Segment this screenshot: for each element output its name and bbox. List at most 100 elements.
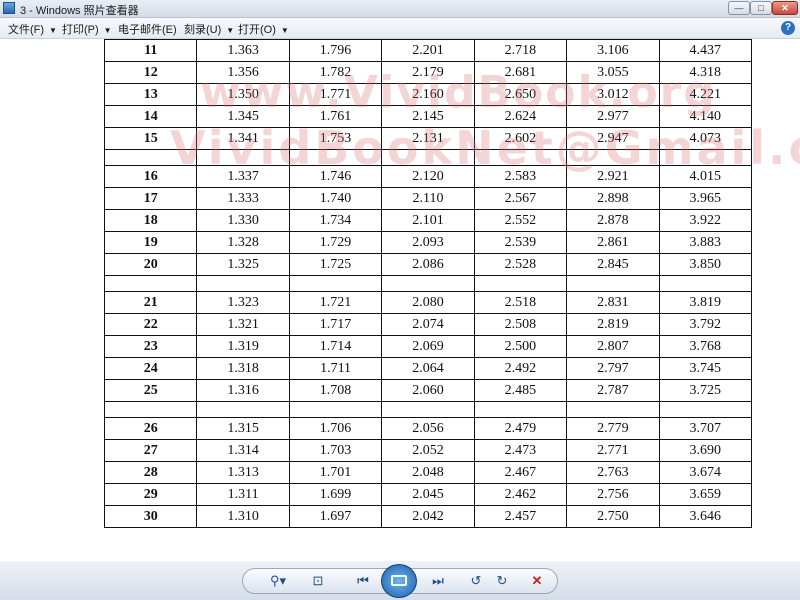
value-cell: 4.221	[658, 83, 753, 106]
rotate-left-button[interactable]: ↺	[463, 568, 489, 594]
rotate-right-button[interactable]: ↻	[489, 568, 515, 594]
value-cell: 2.787	[566, 379, 660, 402]
menu-email[interactable]: 电子邮件(E)	[118, 21, 177, 37]
zoom-button[interactable]: ⚲▾	[262, 568, 294, 594]
row-number-cell: 22	[103, 313, 198, 336]
table-row: 14 1.345 1.761 2.145 2.624 2.977 4.140	[103, 105, 753, 128]
menu-file[interactable]: 文件(F) ▼	[8, 21, 57, 37]
value-cell: 1.717	[288, 313, 383, 336]
next-button[interactable]: ⏭	[425, 568, 451, 594]
value-cell: 2.845	[566, 253, 660, 276]
table-row: 24 1.318 1.711 2.064 2.492 2.797 3.745	[103, 357, 753, 380]
value-cell: 2.552	[473, 209, 568, 232]
image-viewer[interactable]: 11 1.363 1.796 2.201 2.718 3.106 4.437 12 1.356 1…	[0, 39, 800, 561]
value-cell: 2.508	[473, 313, 568, 336]
value-cell: 2.797	[566, 357, 660, 380]
table-row: 25 1.316 1.708 2.060 2.485 2.787 3.725	[103, 379, 753, 402]
empty-cell	[288, 149, 383, 166]
row-number-cell: 20	[103, 253, 198, 276]
value-cell: 2.060	[381, 379, 475, 402]
value-cell: 3.674	[658, 461, 753, 484]
group-separator-row	[103, 275, 753, 292]
maximize-button[interactable]: □	[750, 1, 772, 15]
window-title: 3 - Windows 照片查看器	[20, 5, 139, 17]
previous-button[interactable]: ⏮	[350, 568, 376, 594]
group-separator-row	[103, 149, 753, 166]
value-cell: 1.740	[288, 187, 383, 210]
value-cell: 1.714	[288, 335, 383, 358]
value-cell: 1.706	[288, 417, 383, 440]
empty-cell	[196, 275, 290, 292]
value-cell: 1.708	[288, 379, 383, 402]
table-row: 11 1.363 1.796 2.201 2.718 3.106 4.437	[103, 39, 753, 62]
value-cell: 3.768	[658, 335, 753, 358]
menu-print-label: 打印(P)	[62, 24, 99, 36]
value-cell: 2.861	[566, 231, 660, 254]
empty-cell	[658, 149, 753, 166]
value-cell: 2.718	[473, 39, 568, 62]
value-cell: 1.699	[288, 483, 383, 506]
row-number-cell: 14	[103, 105, 198, 128]
menu-burn[interactable]: 刻录(U) ▼	[184, 21, 234, 37]
delete-button[interactable]: ✕	[524, 568, 550, 594]
row-number-cell: 28	[103, 461, 198, 484]
value-cell: 3.792	[658, 313, 753, 336]
value-cell: 1.350	[196, 83, 290, 106]
value-cell: 3.659	[658, 483, 753, 506]
value-cell: 1.711	[288, 357, 383, 380]
menu-print[interactable]: 打印(P) ▼	[62, 21, 112, 37]
value-cell: 1.796	[288, 39, 383, 62]
value-cell: 2.485	[473, 379, 568, 402]
value-cell: 2.048	[381, 461, 475, 484]
minimize-button[interactable]: —	[728, 1, 750, 15]
value-cell: 2.045	[381, 483, 475, 506]
chevron-down-icon: ▼	[226, 26, 235, 35]
row-number-cell: 17	[103, 187, 198, 210]
row-number-cell: 24	[103, 357, 198, 380]
value-cell: 2.898	[566, 187, 660, 210]
close-button[interactable]: ✕	[772, 1, 798, 15]
photo-viewer-app-icon	[3, 2, 15, 14]
value-cell: 2.947	[566, 127, 660, 150]
value-cell: 1.697	[288, 505, 383, 528]
value-cell: 2.093	[381, 231, 475, 254]
value-cell: 2.539	[473, 231, 568, 254]
actual-size-button[interactable]: ⊡	[305, 568, 331, 594]
menu-bar: 文件(F) ▼ 打印(P) ▼ 电子邮件(E) 刻录(U) ▼ 打开(O) ▼ ?	[0, 18, 800, 39]
value-cell: 1.325	[196, 253, 290, 276]
value-cell: 2.110	[381, 187, 475, 210]
row-number-cell: 18	[103, 209, 198, 232]
row-number-cell: 11	[103, 39, 198, 62]
row-number-cell: 26	[103, 417, 198, 440]
value-cell: 1.761	[288, 105, 383, 128]
value-cell: 1.734	[288, 209, 383, 232]
value-cell: 2.567	[473, 187, 568, 210]
empty-cell	[196, 401, 290, 418]
value-cell: 2.831	[566, 291, 660, 314]
menu-open[interactable]: 打开(O) ▼	[238, 21, 289, 37]
value-cell: 2.457	[473, 505, 568, 528]
value-cell: 2.479	[473, 417, 568, 440]
empty-cell	[196, 149, 290, 166]
value-cell: 1.725	[288, 253, 383, 276]
table-row: 16 1.337 1.746 2.120 2.583 2.921 4.015	[103, 165, 753, 188]
value-cell: 2.086	[381, 253, 475, 276]
chevron-down-icon: ▼	[49, 26, 57, 35]
title-bar: 3 - Windows 照片查看器 — □ ✕	[0, 0, 800, 18]
value-cell: 2.131	[381, 127, 475, 150]
value-cell: 2.145	[381, 105, 475, 128]
help-icon[interactable]: ?	[781, 21, 795, 35]
table-row: 27 1.314 1.703 2.052 2.473 2.771 3.690	[103, 439, 753, 462]
value-cell: 2.052	[381, 439, 475, 462]
menu-burn-label: 刻录(U)	[184, 24, 222, 36]
value-cell: 2.681	[473, 61, 568, 84]
slideshow-button[interactable]	[381, 564, 417, 598]
menu-open-label: 打开(O)	[238, 24, 276, 36]
value-cell: 2.518	[473, 291, 568, 314]
value-cell: 1.315	[196, 417, 290, 440]
table-row: 13 1.350 1.771 2.160 2.650 3.012 4.221	[103, 83, 753, 106]
value-cell: 2.462	[473, 483, 568, 506]
value-cell: 2.528	[473, 253, 568, 276]
value-cell: 2.771	[566, 439, 660, 462]
value-cell: 1.328	[196, 231, 290, 254]
